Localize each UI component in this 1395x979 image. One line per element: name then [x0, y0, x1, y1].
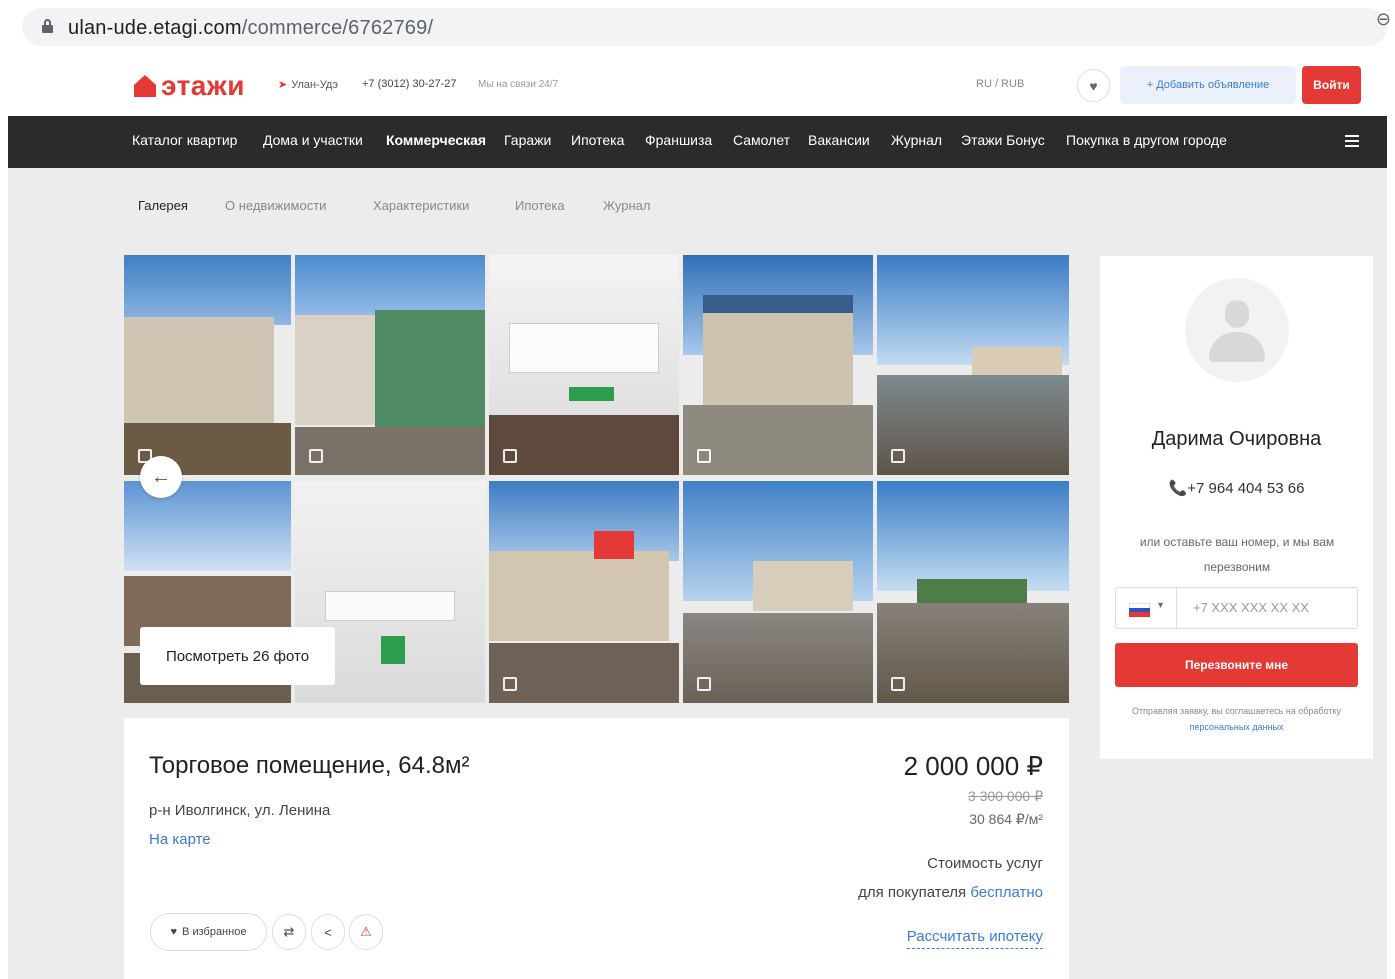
- share-button[interactable]: <: [311, 914, 345, 950]
- nav-item-mortgage[interactable]: Ипотека: [571, 132, 624, 148]
- agent-avatar: [1185, 278, 1289, 382]
- menu-icon[interactable]: [1345, 135, 1359, 147]
- chevron-down-icon[interactable]: ▾: [1158, 600, 1163, 611]
- gallery-photo[interactable]: [877, 481, 1069, 703]
- phone-input-placeholder[interactable]: +7 XXX XXX XX XX: [1193, 600, 1309, 615]
- favorites-heart-button[interactable]: ♥: [1077, 69, 1110, 102]
- logo-text: этажи: [161, 70, 245, 101]
- address-bar[interactable]: ulan-ude.etagi.com/commerce/6762769/: [22, 8, 1387, 46]
- browser-toolbar: ulan-ude.etagi.com/commerce/6762769/ ⊖: [0, 0, 1395, 54]
- price-per-m2: 30 864 ₽/м²: [969, 811, 1043, 827]
- russia-flag-icon[interactable]: [1129, 603, 1150, 617]
- login-button[interactable]: Войти: [1302, 66, 1361, 104]
- nav-item-other-city[interactable]: Покупка в другом городе: [1066, 132, 1227, 148]
- photo-icon: [503, 449, 517, 463]
- listing-price: 2 000 000 ₽: [903, 751, 1043, 781]
- service-cost-value: для покупателя бесплатно: [858, 884, 1043, 901]
- tab-mortgage[interactable]: Ипотека: [515, 198, 565, 213]
- photo-icon: [891, 449, 905, 463]
- site-header: этажи ➤ Улан-Удэ +7 (3012) 30-27-27 Мы на…: [0, 54, 1395, 116]
- share-icon: <: [324, 924, 332, 940]
- location-arrow-icon: ➤: [278, 79, 288, 91]
- extension-icon[interactable]: ⊖: [1376, 9, 1391, 30]
- free-link[interactable]: бесплатно: [970, 884, 1043, 901]
- gallery-photo[interactable]: [295, 255, 485, 475]
- tab-characteristics[interactable]: Характеристики: [373, 198, 469, 213]
- nav-item-samolet[interactable]: Самолет: [733, 132, 790, 148]
- compare-arrows-icon: ⇄: [283, 924, 295, 939]
- tab-about[interactable]: О недвижимости: [225, 198, 326, 213]
- gallery-photo[interactable]: [489, 481, 679, 703]
- nav-item-vacancies[interactable]: Вакансии: [808, 132, 870, 148]
- warning-icon: ⚠: [360, 924, 372, 939]
- phone-icon: 📞: [1168, 480, 1188, 497]
- heart-icon: ♥: [1089, 77, 1098, 94]
- main-nav: Каталог квартир Дома и участки Коммерчес…: [8, 116, 1387, 168]
- url-path: /commerce/6762769/: [241, 17, 434, 39]
- gallery-photo[interactable]: [124, 255, 291, 475]
- report-button[interactable]: ⚠: [349, 914, 383, 950]
- header-hours: Мы на связи 24/7: [478, 79, 559, 90]
- agent-name: Дарима Очировна: [1151, 428, 1322, 450]
- add-listing-button[interactable]: + Добавить объявление: [1120, 66, 1296, 104]
- nav-item-catalog[interactable]: Каталог квартир: [132, 132, 237, 148]
- callback-hint: или оставьте ваш номер, и мы вам перезво…: [1139, 535, 1335, 574]
- gallery-prev-button[interactable]: ←: [140, 456, 182, 498]
- personal-data-link[interactable]: персональных данных: [1189, 722, 1283, 732]
- url-text[interactable]: ulan-ude.etagi.com/commerce/6762769/: [68, 17, 433, 40]
- photo-icon: [697, 449, 711, 463]
- nav-item-garages[interactable]: Гаражи: [504, 132, 551, 148]
- currency-selector[interactable]: RU / RUB: [976, 78, 1024, 90]
- heart-icon: ♥: [170, 926, 178, 938]
- consent-prefix: Отправляя заявку, вы соглашаетесь на обр…: [1131, 706, 1342, 716]
- logo[interactable]: этажи: [134, 70, 245, 102]
- callback-button[interactable]: Перезвоните мне: [1115, 643, 1358, 687]
- see-all-photos-button[interactable]: Посмотреть 26 фото: [140, 627, 335, 685]
- consent-text: Отправляя заявку, вы соглашаетесь на обр…: [1115, 703, 1358, 735]
- arrow-left-icon: ←: [151, 465, 171, 488]
- url-host: ulan-ude.etagi.com: [68, 17, 242, 39]
- agent-phone-number: +7 964 404 53 66: [1187, 480, 1305, 497]
- service-cost-prefix: для покупателя: [858, 884, 971, 901]
- gallery-photo[interactable]: [489, 255, 679, 475]
- service-cost-label: Стоимость услуг: [927, 855, 1043, 872]
- nav-item-bonus[interactable]: Этажи Бонус: [961, 132, 1045, 148]
- house-logo-icon: [134, 75, 156, 97]
- listing-title: Торговое помещение, 64.8м²: [149, 752, 470, 779]
- tab-gallery[interactable]: Галерея: [138, 198, 188, 213]
- city-selector[interactable]: ➤ Улан-Удэ: [278, 78, 338, 91]
- listing-address: р-н Иволгинск, ул. Ленина: [149, 802, 331, 819]
- map-link[interactable]: На карте: [149, 831, 211, 848]
- header-phone[interactable]: +7 (3012) 30-27-27: [362, 78, 456, 90]
- calculate-mortgage-link[interactable]: Рассчитать ипотеку: [906, 928, 1043, 949]
- photo-icon: [309, 449, 323, 463]
- gallery-photo[interactable]: [683, 481, 873, 703]
- phone-input-field[interactable]: ▾ +7 XXX XXX XX XX: [1115, 587, 1358, 629]
- favorites-label: В избранное: [182, 926, 247, 938]
- nav-item-franchise[interactable]: Франшиза: [645, 132, 712, 148]
- photo-icon: [697, 677, 711, 691]
- lock-icon: [42, 19, 53, 33]
- gallery-photo[interactable]: [877, 255, 1069, 475]
- tab-journal[interactable]: Журнал: [603, 198, 650, 213]
- gallery-photo[interactable]: [683, 255, 873, 475]
- photo-icon: [891, 677, 905, 691]
- nav-item-journal[interactable]: Журнал: [891, 132, 942, 148]
- nav-item-commercial[interactable]: Коммерческая: [386, 132, 486, 148]
- old-price: 3 300 000 ₽: [967, 788, 1043, 804]
- agent-phone[interactable]: 📞+7 964 404 53 66: [1100, 479, 1373, 497]
- nav-item-houses[interactable]: Дома и участки: [263, 132, 363, 148]
- compare-button[interactable]: ⇄: [272, 914, 306, 950]
- city-label: Улан-Удэ: [291, 79, 339, 91]
- add-to-favorites-button[interactable]: ♥ В избранное: [150, 913, 267, 951]
- photo-icon: [503, 677, 517, 691]
